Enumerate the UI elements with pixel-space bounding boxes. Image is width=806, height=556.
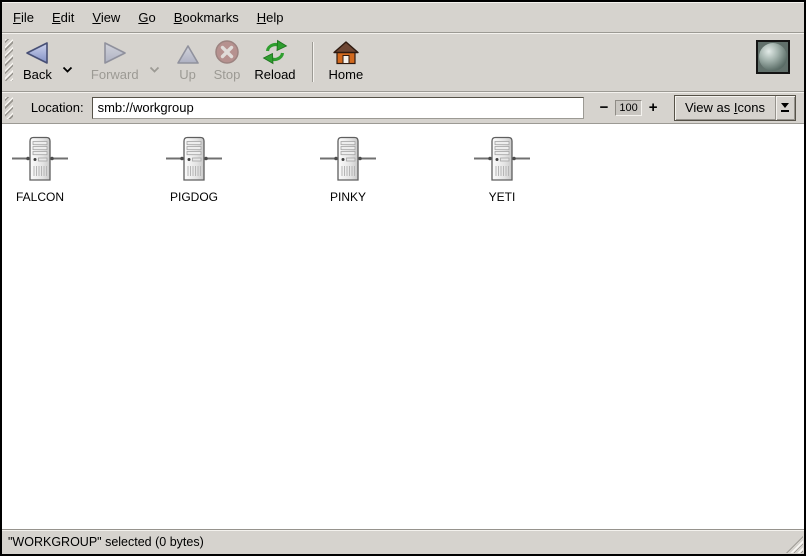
forward-icon: [102, 38, 128, 65]
up-label: Up: [179, 67, 196, 82]
view-as-label: View as Icons: [685, 100, 765, 115]
throbber-icon: [756, 40, 790, 74]
server-icon: [320, 136, 376, 187]
menu-bar: File Edit View Go Bookmarks Help: [2, 2, 804, 33]
server-label: PIGDOG: [170, 190, 218, 204]
home-icon: [333, 38, 359, 65]
throbber-sphere: [759, 43, 787, 71]
zoom-out-button[interactable]: −: [596, 99, 612, 116]
zoom-level: 100: [615, 100, 642, 116]
menu-item-file[interactable]: File: [4, 5, 43, 30]
view-as-dropdown[interactable]: View as Icons: [674, 95, 796, 121]
reload-icon: [261, 38, 289, 65]
server-label: PINKY: [330, 190, 366, 204]
toolbar-grip[interactable]: [5, 39, 13, 81]
back-icon: [24, 38, 50, 65]
server-item-falcon[interactable]: FALCON: [10, 136, 70, 204]
server-icon: [12, 136, 68, 187]
menu-item-edit[interactable]: Edit: [43, 5, 83, 30]
server-item-pigdog[interactable]: PIGDOG: [164, 136, 224, 204]
status-bar: "WORKGROUP" selected (0 bytes): [2, 529, 804, 554]
stop-icon: [214, 38, 240, 65]
server-item-yeti[interactable]: YETI: [472, 136, 532, 204]
server-label: YETI: [489, 190, 516, 204]
zoom-in-button[interactable]: +: [645, 99, 661, 116]
back-history-dropdown[interactable]: [59, 60, 76, 78]
home-button[interactable]: Home: [322, 36, 371, 84]
home-label: Home: [329, 67, 364, 82]
stop-button: Stop: [207, 36, 248, 84]
back-button[interactable]: Back: [16, 36, 59, 84]
server-item-pinky[interactable]: PINKY: [318, 136, 378, 204]
forward-button: Forward: [84, 36, 146, 84]
toolbar: Back Forward Up Stop: [2, 33, 804, 92]
server-label: FALCON: [16, 190, 64, 204]
resize-grip[interactable]: [786, 536, 803, 553]
forward-history-dropdown: [146, 60, 163, 78]
file-manager-window: File Edit View Go Bookmarks Help Back Fo…: [0, 0, 806, 556]
menu-item-bookmarks[interactable]: Bookmarks: [165, 5, 248, 30]
reload-label: Reload: [254, 67, 295, 82]
up-icon: [176, 38, 200, 65]
toolbar-separator: [312, 42, 313, 82]
back-label: Back: [23, 67, 52, 82]
menu-item-go[interactable]: Go: [129, 5, 164, 30]
server-icon: [474, 136, 530, 187]
location-bar: Location: − 100 + View as Icons: [2, 92, 804, 124]
location-input[interactable]: [92, 97, 585, 119]
up-button: Up: [169, 36, 207, 84]
menu-item-help[interactable]: Help: [248, 5, 293, 30]
icon-view[interactable]: FALCON PIGDOG: [2, 124, 804, 529]
dropdown-arrow-icon: [776, 103, 795, 112]
location-label: Location:: [31, 100, 84, 115]
forward-label: Forward: [91, 67, 139, 82]
server-icon: [166, 136, 222, 187]
reload-button[interactable]: Reload: [247, 36, 302, 84]
location-bar-grip[interactable]: [5, 97, 13, 119]
stop-label: Stop: [214, 67, 241, 82]
menu-item-view[interactable]: View: [83, 5, 129, 30]
status-text: "WORKGROUP" selected (0 bytes): [8, 535, 204, 549]
